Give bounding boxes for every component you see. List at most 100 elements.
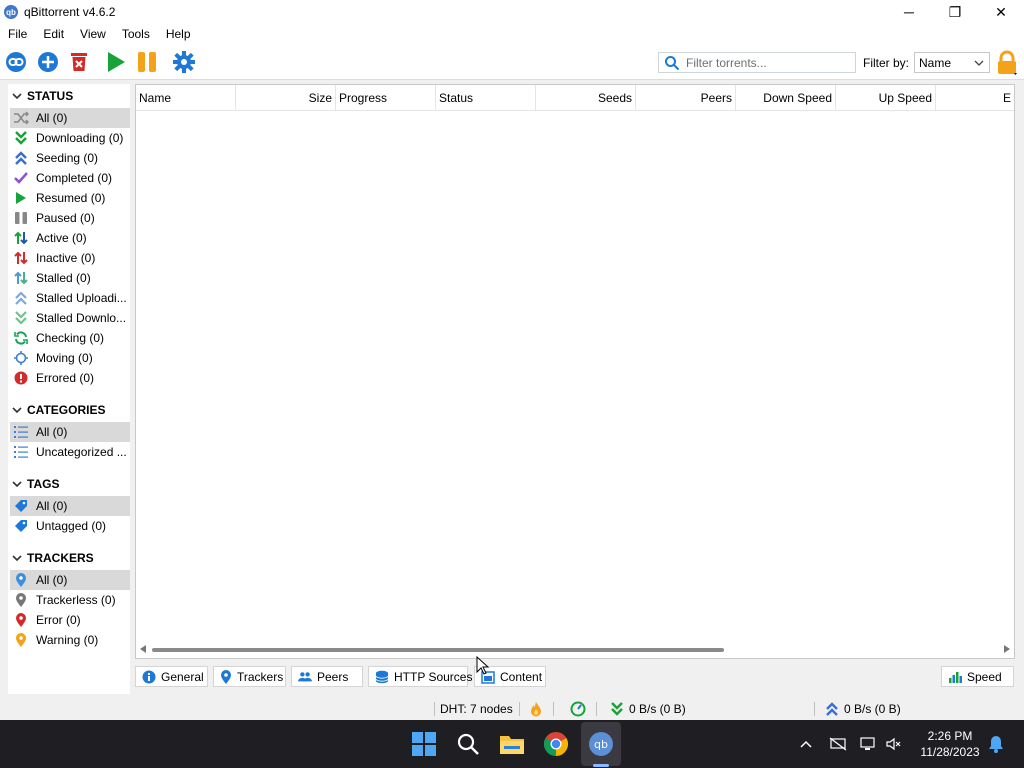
status-item-active[interactable]: Active (0): [10, 228, 130, 248]
title-bar: qb qBittorrent v4.6.2 ─ ❐ ✕: [0, 0, 1024, 24]
taskbar-search-button[interactable]: [454, 730, 482, 758]
qbittorrent-taskbar-button[interactable]: qb: [587, 730, 615, 758]
maximize-button[interactable]: ❐: [932, 0, 978, 24]
status-item-stalled[interactable]: Stalled (0): [10, 268, 130, 288]
double-chevron-down-light-icon: [12, 310, 30, 326]
column-size[interactable]: Size: [236, 85, 336, 111]
scroll-left-arrow-icon[interactable]: [140, 645, 146, 653]
status-item-all[interactable]: All (0): [10, 108, 130, 128]
tab-general[interactable]: General: [135, 666, 208, 687]
network-icon[interactable]: [858, 735, 878, 753]
minimize-button[interactable]: ─: [886, 0, 932, 24]
add-torrent-file-button[interactable]: [37, 51, 59, 73]
chevron-down-icon: [974, 60, 984, 66]
link-icon: [6, 52, 26, 72]
tracker-item-warning[interactable]: Warning (0): [10, 630, 130, 650]
upload-speed-text[interactable]: 0 B/s (0 B): [844, 702, 901, 716]
clock-date: 11/28/2023: [920, 745, 980, 759]
start-button[interactable]: [410, 730, 438, 758]
column-progress[interactable]: Progress: [336, 85, 436, 111]
filter-torrents-input[interactable]: [686, 55, 846, 70]
qbittorrent-logo-icon: qb: [4, 5, 18, 19]
database-icon: [375, 670, 389, 684]
tags-section-header[interactable]: TAGS: [8, 474, 59, 494]
categories-section-header[interactable]: CATEGORIES: [8, 400, 105, 420]
column-seeds[interactable]: Seeds: [536, 85, 636, 111]
tab-trackers[interactable]: Trackers: [213, 666, 286, 687]
trash-icon: [71, 53, 87, 71]
volume-muted-icon[interactable]: [884, 735, 904, 753]
horizontal-scrollbar[interactable]: [136, 641, 1014, 658]
torrent-list[interactable]: Name Size Progress Status Seeds Peers Do…: [135, 84, 1015, 659]
search-icon: [457, 733, 479, 755]
category-item-uncategorized[interactable]: Uncategorized ...: [10, 442, 130, 462]
tab-speed[interactable]: Speed: [941, 666, 1014, 687]
status-item-completed[interactable]: Completed (0): [10, 168, 130, 188]
status-separator: [814, 702, 815, 716]
status-item-downloading[interactable]: Downloading (0): [10, 128, 130, 148]
close-button[interactable]: ✕: [978, 0, 1024, 24]
file-explorer-button[interactable]: [498, 730, 526, 758]
tracker-item-error[interactable]: Error (0): [10, 610, 130, 630]
delete-torrent-button[interactable]: [68, 51, 90, 73]
column-status[interactable]: Status: [436, 85, 536, 111]
tag-icon: [12, 498, 30, 514]
category-item-all[interactable]: All (0): [10, 422, 130, 442]
scroll-right-arrow-icon[interactable]: [1004, 645, 1010, 653]
column-eta[interactable]: E: [936, 85, 1014, 111]
filter-by-select[interactable]: Name: [914, 52, 990, 73]
status-item-stalled-downloading[interactable]: Stalled Downlo...: [10, 308, 130, 328]
status-item-errored[interactable]: Errored (0): [10, 368, 130, 388]
download-speed-text[interactable]: 0 B/s (0 B): [629, 702, 686, 716]
pin-gray-icon: [12, 592, 30, 608]
status-section-header[interactable]: STATUS: [8, 86, 73, 106]
tag-item-untagged[interactable]: Untagged (0): [10, 516, 130, 536]
pin-red-icon: [12, 612, 30, 628]
notifications-button[interactable]: [986, 735, 1006, 753]
system-clock[interactable]: 2:26 PM 11/28/2023: [916, 728, 984, 760]
pin-blue-icon: [220, 669, 232, 684]
tab-http-sources[interactable]: HTTP Sources: [368, 666, 472, 687]
chevron-down-icon: [8, 553, 26, 563]
qbittorrent-icon: qb: [589, 732, 613, 756]
lock-ui-button[interactable]: [994, 50, 1020, 76]
status-item-paused[interactable]: Paused (0): [10, 208, 130, 228]
menu-tools[interactable]: Tools: [114, 27, 158, 41]
gear-icon: [173, 51, 195, 73]
show-hidden-icons-button[interactable]: [796, 735, 816, 753]
no-network-icon[interactable]: [828, 735, 848, 753]
chrome-button[interactable]: [542, 730, 570, 758]
people-icon: [298, 670, 312, 684]
options-button[interactable]: [173, 51, 195, 73]
tag-item-all[interactable]: All (0): [10, 496, 130, 516]
filter-torrents-input-box[interactable]: [658, 52, 856, 73]
connection-status-button[interactable]: [529, 701, 543, 720]
tracker-item-all[interactable]: All (0): [10, 570, 130, 590]
trackers-section-header[interactable]: TRACKERS: [8, 548, 94, 568]
status-item-inactive[interactable]: Inactive (0): [10, 248, 130, 268]
menu-edit[interactable]: Edit: [35, 27, 72, 41]
scrollbar-thumb[interactable]: [152, 648, 724, 652]
alt-speed-button[interactable]: [570, 701, 586, 720]
menu-file[interactable]: File: [0, 27, 35, 41]
status-item-stalled-uploading[interactable]: Stalled Uploadi...: [10, 288, 130, 308]
add-torrent-link-button[interactable]: [5, 51, 27, 73]
column-down-speed[interactable]: Down Speed: [736, 85, 836, 111]
column-name[interactable]: Name: [136, 85, 236, 111]
arrows-updown-icon: [12, 230, 30, 246]
list-icon: [12, 444, 30, 460]
status-item-moving[interactable]: Moving (0): [10, 348, 130, 368]
svg-text:qb: qb: [594, 738, 608, 751]
status-item-checking[interactable]: Checking (0): [10, 328, 130, 348]
tracker-item-trackerless[interactable]: Trackerless (0): [10, 590, 130, 610]
menu-help[interactable]: Help: [158, 27, 199, 41]
column-peers[interactable]: Peers: [636, 85, 736, 111]
pause-button[interactable]: [136, 51, 158, 73]
column-up-speed[interactable]: Up Speed: [836, 85, 936, 111]
resume-button[interactable]: [105, 51, 127, 73]
filter-by-value: Name: [919, 55, 952, 70]
menu-view[interactable]: View: [72, 27, 114, 41]
status-item-resumed[interactable]: Resumed (0): [10, 188, 130, 208]
status-item-seeding[interactable]: Seeding (0): [10, 148, 130, 168]
tab-peers[interactable]: Peers: [291, 666, 363, 687]
